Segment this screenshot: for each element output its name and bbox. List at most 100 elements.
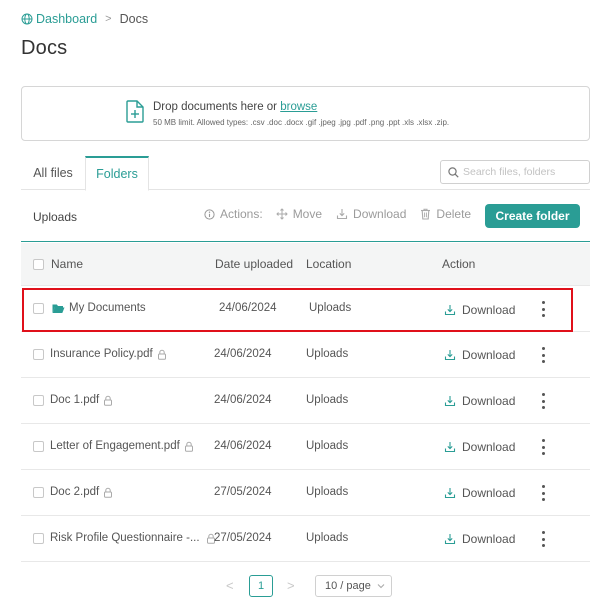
row-location: Uploads <box>309 302 352 314</box>
row-location: Uploads <box>306 394 349 406</box>
row-download-label: Download <box>462 440 516 454</box>
download-icon <box>444 534 456 545</box>
pagination: < 1 > 10 / page <box>0 575 604 597</box>
row-checkbox[interactable] <box>33 303 44 314</box>
row-name: Risk Profile Questionnaire -... <box>50 532 200 544</box>
row-download-button[interactable]: Download <box>444 348 515 362</box>
tab-folders[interactable]: Folders <box>85 156 149 191</box>
row-download-label: Download <box>462 394 516 408</box>
toolbar-download-label: Download <box>353 207 407 221</box>
lock-icon <box>104 395 113 406</box>
toolbar: Uploads Actions: Move Download Delete Cr… <box>21 190 590 242</box>
row-date: 27/05/2024 <box>214 532 272 544</box>
upload-instructions: Drop documents here or browse <box>153 101 317 113</box>
row-download-button[interactable]: Download <box>444 303 515 317</box>
row-name-cell[interactable]: Insurance Policy.pdf <box>50 348 167 360</box>
page-title: Docs <box>21 37 68 59</box>
create-folder-button[interactable]: Create folder <box>485 204 580 228</box>
more-vertical-icon[interactable] <box>536 483 550 503</box>
row-name-cell[interactable]: My Documents <box>52 302 146 314</box>
upload-hint: 50 MB limit. Allowed types: .csv .doc .d… <box>153 118 450 127</box>
column-action: Action <box>442 257 476 271</box>
row-download-label: Download <box>462 532 516 546</box>
more-vertical-icon[interactable] <box>536 299 550 319</box>
toolbar-download-button[interactable]: Download <box>336 207 406 221</box>
table-row[interactable]: Doc 1.pdf 24/06/2024 Uploads Download <box>21 378 590 424</box>
breadcrumb-current: Docs <box>119 12 149 26</box>
row-checkbox[interactable] <box>33 349 44 360</box>
download-icon <box>444 442 456 453</box>
row-name: Letter of Engagement.pdf <box>50 440 180 452</box>
search-icon <box>448 166 459 178</box>
breadcrumb-home-label: Dashboard <box>36 12 98 26</box>
row-location: Uploads <box>306 348 349 360</box>
row-download-button[interactable]: Download <box>444 440 515 454</box>
table-row[interactable]: Insurance Policy.pdf 24/06/2024 Uploads … <box>21 332 590 378</box>
download-icon <box>444 305 456 316</box>
column-name[interactable]: Name <box>51 257 83 271</box>
more-vertical-icon[interactable] <box>536 391 550 411</box>
row-download-button[interactable]: Download <box>444 394 515 408</box>
actions-label: Actions: <box>220 207 263 221</box>
column-date-uploaded[interactable]: Date uploaded <box>215 257 293 271</box>
page-size-select[interactable]: 10 / page <box>315 575 392 597</box>
chevron-down-icon <box>377 584 385 589</box>
row-download-button[interactable]: Download <box>444 532 515 546</box>
folder-icon <box>52 304 65 313</box>
page-size-value: 10 / page <box>325 580 371 592</box>
row-name-cell[interactable]: Doc 2.pdf <box>50 486 113 498</box>
move-button[interactable]: Move <box>275 207 323 221</box>
browse-link[interactable]: browse <box>280 101 317 113</box>
row-location: Uploads <box>306 532 349 544</box>
breadcrumb-dashboard-link[interactable]: Dashboard <box>21 12 97 26</box>
download-icon <box>336 209 348 220</box>
row-download-button[interactable]: Download <box>444 486 515 500</box>
column-location[interactable]: Location <box>306 257 351 271</box>
upload-text: Drop documents here or <box>153 101 278 113</box>
trash-icon <box>421 208 431 220</box>
row-location: Uploads <box>306 440 349 452</box>
row-download-label: Download <box>462 348 516 362</box>
lock-icon <box>184 441 193 452</box>
table-row[interactable]: Doc 2.pdf 27/05/2024 Uploads Download <box>21 470 590 516</box>
actions-bar: Actions: Move Download Delete <box>204 207 485 221</box>
breadcrumb: Dashboard > Docs <box>21 11 148 27</box>
move-icon <box>275 208 288 220</box>
row-checkbox[interactable] <box>33 395 44 406</box>
breadcrumb-separator: > <box>105 13 112 25</box>
row-download-label: Download <box>462 486 516 500</box>
row-date: 24/06/2024 <box>214 348 272 360</box>
select-all-checkbox[interactable] <box>33 259 44 270</box>
tab-all-files[interactable]: All files <box>21 156 85 190</box>
table-row[interactable]: Letter of Engagement.pdf 24/06/2024 Uplo… <box>21 424 590 470</box>
row-checkbox[interactable] <box>33 487 44 498</box>
row-checkbox[interactable] <box>33 441 44 452</box>
row-name-cell[interactable]: Letter of Engagement.pdf <box>50 440 194 452</box>
row-location: Uploads <box>306 486 349 498</box>
table-row[interactable]: My Documents 24/06/2024 Uploads Download <box>21 286 590 332</box>
toolbar-title: Uploads <box>33 210 78 224</box>
row-name-cell[interactable]: Doc 1.pdf <box>50 394 113 406</box>
move-label: Move <box>292 207 323 221</box>
pagination-next-button[interactable]: > <box>287 578 295 593</box>
pagination-page-current[interactable]: 1 <box>249 575 273 597</box>
search-box <box>440 160 590 184</box>
more-vertical-icon[interactable] <box>536 529 550 549</box>
upload-dropzone[interactable]: Drop documents here or browse 50 MB limi… <box>21 86 590 141</box>
delete-button[interactable]: Delete <box>420 207 471 221</box>
row-name: Doc 1.pdf <box>50 394 100 406</box>
row-checkbox[interactable] <box>33 533 44 544</box>
globe-icon <box>21 13 33 25</box>
lock-icon <box>104 487 113 498</box>
more-vertical-icon[interactable] <box>536 437 550 457</box>
search-input[interactable] <box>463 166 583 178</box>
download-icon <box>444 350 456 361</box>
row-name-cell[interactable]: Risk Profile Questionnaire -... <box>50 532 216 544</box>
lock-icon <box>157 349 166 360</box>
row-name: My Documents <box>69 302 146 314</box>
row-date: 24/06/2024 <box>214 440 272 452</box>
more-vertical-icon[interactable] <box>536 345 550 365</box>
table-row[interactable]: Risk Profile Questionnaire -... 27/05/20… <box>21 516 590 562</box>
row-download-label: Download <box>462 303 516 317</box>
pagination-prev-button[interactable]: < <box>226 578 234 593</box>
